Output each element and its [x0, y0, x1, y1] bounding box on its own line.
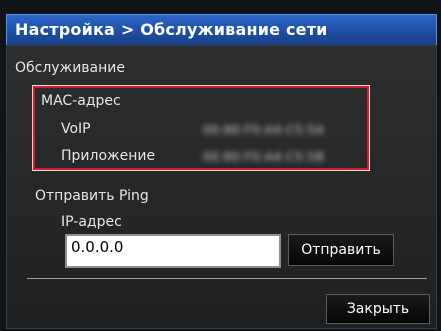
- ping-title: Отправить Ping: [35, 188, 149, 204]
- mac-address-title: MAC-адрес: [41, 93, 121, 109]
- close-button[interactable]: Закрыть: [326, 294, 430, 324]
- voip-label: VoIP: [61, 121, 91, 137]
- window-title: Настройка > Обслуживание сети: [15, 20, 328, 39]
- ip-address-input[interactable]: 0.0.0.0: [65, 234, 281, 268]
- dialog-frame: Настройка > Обслуживание сети Обслуживан…: [0, 0, 441, 331]
- title-bar: Настройка > Обслуживание сети: [6, 14, 437, 46]
- divider: [27, 278, 427, 279]
- send-ping-button[interactable]: Отправить: [288, 234, 394, 266]
- voip-mac-value: 00:80:F0:A4:C5:5A: [203, 123, 325, 137]
- maintenance-window: Обслуживание MAC-адрес VoIP 00:80:F0:A4:…: [6, 45, 437, 329]
- ip-address-label: IP-адрес: [61, 214, 122, 230]
- section-title: Обслуживание: [15, 60, 125, 76]
- app-mac-value: 00:80:F0:A4:C5:5B: [203, 150, 325, 164]
- app-label: Приложение: [61, 148, 156, 164]
